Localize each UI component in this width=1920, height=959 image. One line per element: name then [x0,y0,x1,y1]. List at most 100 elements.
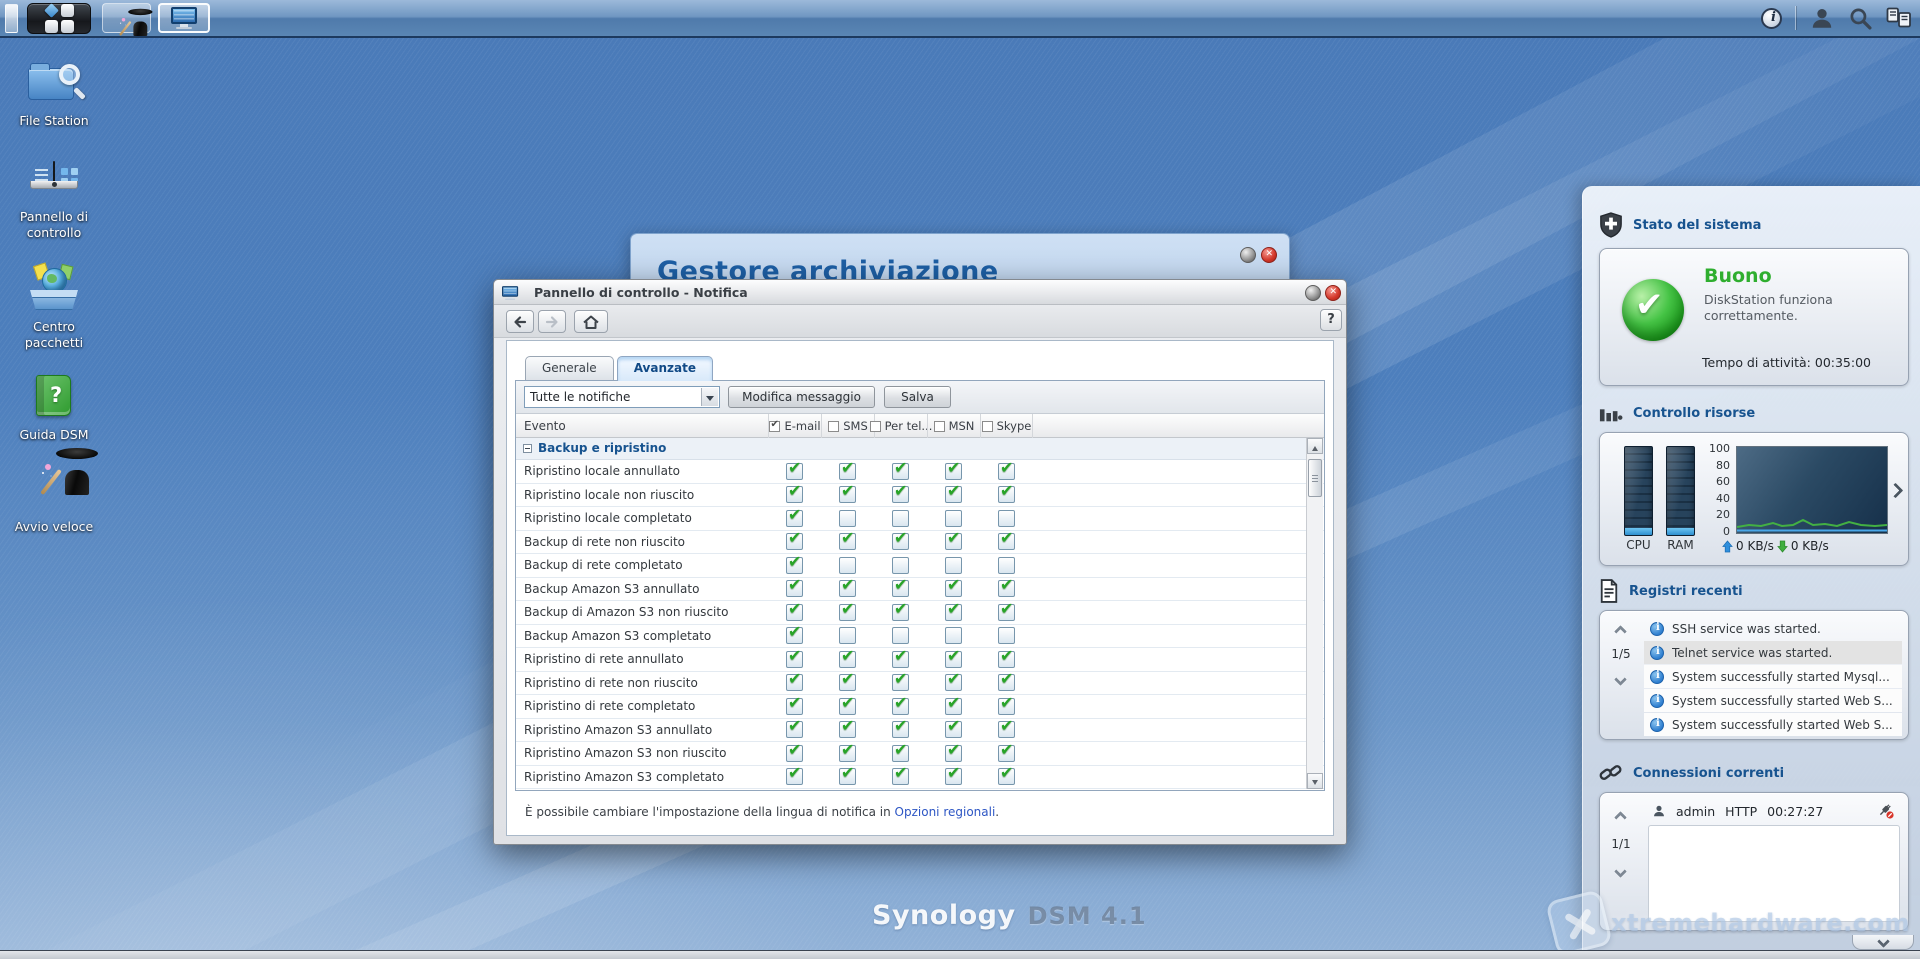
channel-column-header[interactable]: MSN [927,414,980,438]
table-scrollbar[interactable] [1306,438,1323,789]
desktop-icon-package-center[interactable]: Centro pacchetti [2,264,106,350]
taskbar-storage-manager-button[interactable] [158,3,210,33]
page-up-icon[interactable] [1614,625,1627,638]
scroll-up-icon[interactable] [1307,438,1323,454]
event-checkbox-checked[interactable] [839,580,856,597]
search-icon[interactable] [1848,6,1873,31]
event-checkbox-checked[interactable] [945,604,962,621]
taskbar-quick-start-button[interactable] [102,3,151,33]
event-checkbox-checked[interactable] [945,580,962,597]
event-checkbox-checked[interactable] [786,651,803,668]
expand-chevron-icon[interactable] [1888,483,1904,499]
event-checkbox-checked[interactable] [786,674,803,691]
event-checkbox-checked[interactable] [839,533,856,550]
event-checkbox-checked[interactable] [998,463,1015,480]
event-checkbox-checked[interactable] [839,745,856,762]
event-checkbox-checked[interactable] [786,486,803,503]
event-checkbox-unchecked[interactable] [945,510,962,527]
channel-column-header[interactable]: SMS [821,414,874,438]
event-checkbox-checked[interactable] [892,721,909,738]
event-checkbox-checked[interactable] [786,463,803,480]
event-checkbox-checked[interactable] [786,721,803,738]
event-checkbox-checked[interactable] [839,486,856,503]
disconnect-icon[interactable] [1877,803,1894,819]
event-checkbox-unchecked[interactable] [945,627,962,644]
widgets-icon[interactable] [1886,6,1912,30]
tab-avanzate[interactable]: Avanzate [617,356,713,381]
event-checkbox-checked[interactable] [786,698,803,715]
event-checkbox-checked[interactable] [998,721,1015,738]
desktop-icon-quick-start[interactable]: Avvio veloce [2,464,106,535]
regional-options-link[interactable]: Opzioni regionali [895,805,996,819]
page-down-icon[interactable] [1614,865,1627,878]
chevron-down-icon[interactable] [701,388,718,406]
event-checkbox-checked[interactable] [786,768,803,785]
close-button[interactable] [1261,247,1277,263]
event-checkbox-checked[interactable] [998,533,1015,550]
scrollbar-thumb[interactable] [1308,459,1322,497]
event-checkbox-checked[interactable] [998,604,1015,621]
channel-checkbox[interactable] [828,421,839,432]
minimize-button[interactable] [1305,285,1321,301]
main-menu-button[interactable] [27,3,91,34]
channel-column-header[interactable]: Per tel... [874,414,927,438]
event-checkbox-checked[interactable] [945,533,962,550]
event-checkbox-checked[interactable] [998,768,1015,785]
edit-message-button[interactable]: Modifica messaggio [728,386,875,408]
log-entry[interactable]: System successfully started Web S... [1644,713,1902,736]
event-checkbox-checked[interactable] [945,463,962,480]
event-checkbox-checked[interactable] [892,463,909,480]
event-checkbox-checked[interactable] [839,768,856,785]
event-checkbox-checked[interactable] [892,486,909,503]
event-checkbox-checked[interactable] [945,651,962,668]
event-checkbox-checked[interactable] [786,745,803,762]
forward-button-disabled[interactable] [538,310,566,333]
channel-checkbox[interactable] [769,421,780,432]
event-checkbox-checked[interactable] [786,533,803,550]
event-checkbox-checked[interactable] [839,721,856,738]
event-checkbox-unchecked[interactable] [892,557,909,574]
log-entry[interactable]: System successfully started Web S... [1644,689,1902,712]
home-button[interactable] [574,310,608,333]
event-checkbox-checked[interactable] [945,698,962,715]
save-button[interactable]: Salva [884,386,951,408]
event-checkbox-checked[interactable] [839,463,856,480]
event-checkbox-checked[interactable] [839,698,856,715]
scroll-down-icon[interactable] [1307,773,1323,789]
close-button[interactable] [1325,285,1341,301]
user-icon[interactable] [1809,5,1835,31]
event-checkbox-checked[interactable] [892,745,909,762]
event-checkbox-checked[interactable] [945,721,962,738]
event-checkbox-checked[interactable] [945,768,962,785]
event-checkbox-checked[interactable] [892,533,909,550]
event-checkbox-checked[interactable] [839,604,856,621]
event-checkbox-unchecked[interactable] [839,627,856,644]
page-up-icon[interactable] [1614,811,1627,824]
event-checkbox-checked[interactable] [945,745,962,762]
collapse-panel-tab[interactable] [1852,935,1914,950]
event-checkbox-checked[interactable] [892,674,909,691]
event-checkbox-checked[interactable] [839,674,856,691]
log-entry[interactable]: Telnet service was started. [1644,641,1902,664]
log-entry[interactable]: System successfully started Mysql... [1644,665,1902,688]
channel-column-header[interactable]: Skype [980,414,1033,438]
event-checkbox-checked[interactable] [892,768,909,785]
desktop-icon-control-panel[interactable]: Pannello di controllo [2,162,106,240]
log-entry[interactable]: SSH service was started. [1644,617,1902,640]
channel-column-header[interactable]: E-mail [768,414,821,438]
info-icon[interactable] [1761,8,1782,29]
event-checkbox-unchecked[interactable] [839,557,856,574]
desktop-icon-dsm-help[interactable]: Guida DSM [2,374,106,443]
event-checkbox-checked[interactable] [892,698,909,715]
event-checkbox-checked[interactable] [786,557,803,574]
connection-row[interactable]: admin HTTP 00:27:27 [1652,801,1894,821]
event-checkbox-checked[interactable] [892,604,909,621]
desktop-icon-file-station[interactable]: File Station [2,62,106,129]
notification-filter-select[interactable]: Tutte le notifiche [524,386,720,408]
window-titlebar[interactable]: Pannello di controllo - Notifica [494,280,1346,305]
minimize-button[interactable] [1240,247,1256,263]
event-checkbox-unchecked[interactable] [998,557,1015,574]
event-checkbox-checked[interactable] [998,580,1015,597]
event-checkbox-unchecked[interactable] [839,510,856,527]
event-checkbox-checked[interactable] [945,486,962,503]
